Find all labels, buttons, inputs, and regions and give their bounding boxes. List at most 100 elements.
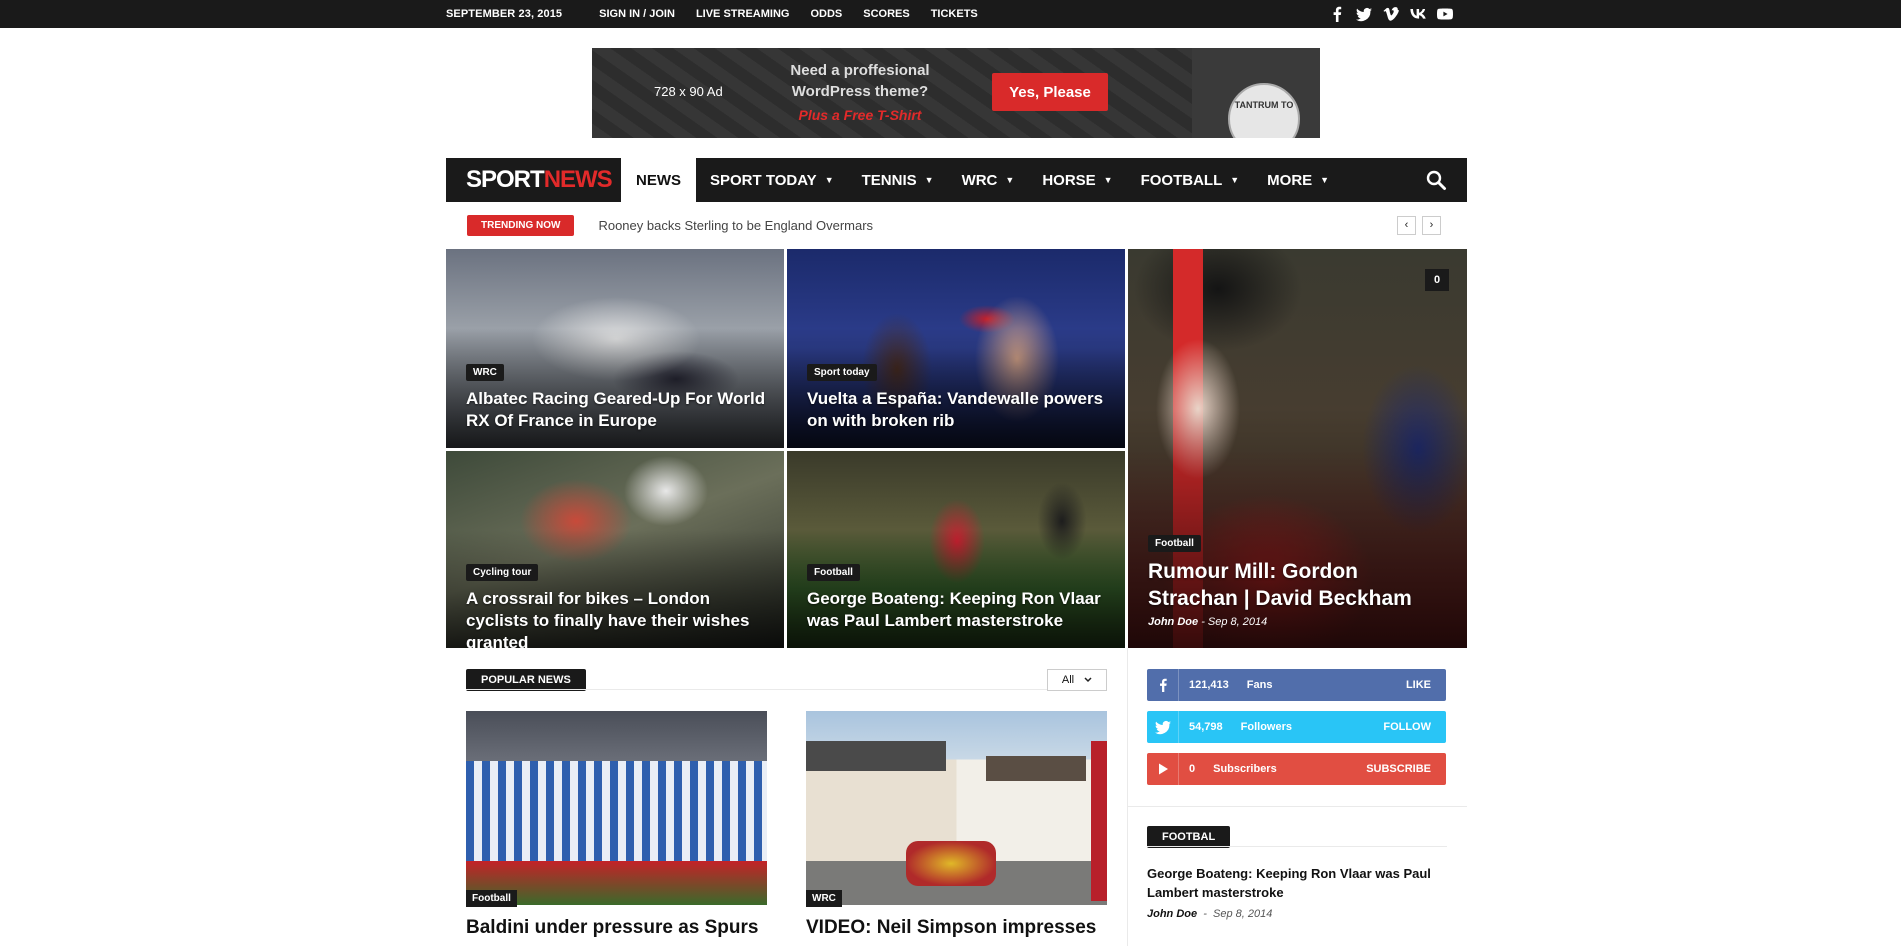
- nav-football-label: FOOTBALL: [1140, 171, 1223, 189]
- twitter-icon: [1147, 711, 1179, 743]
- trending-arrows: ‹ ›: [1397, 215, 1441, 235]
- tile-category: Football: [807, 564, 860, 581]
- nav-tennis[interactable]: TENNIS ▼: [848, 158, 948, 202]
- chevron-down-icon: ▼: [1320, 175, 1330, 185]
- nav-more[interactable]: MORE ▼: [1253, 158, 1343, 202]
- youtube-icon[interactable]: [1436, 6, 1453, 23]
- tile-title: Vuelta a España: Vandewalle powers on wi…: [807, 389, 1104, 430]
- facebook-icon[interactable]: [1328, 6, 1345, 23]
- nav-sport-today-label: SPORT TODAY: [710, 171, 817, 189]
- ad-headline: Need a proffesional WordPress theme?: [770, 60, 950, 102]
- tile-date: Sep 8, 2014: [1207, 616, 1268, 628]
- tile-title: Rumour Mill: Gordon Strachan | David Bec…: [1148, 560, 1412, 610]
- trending-prev-button[interactable]: ‹: [1397, 215, 1416, 235]
- tile-category: Football: [1148, 535, 1201, 552]
- youtube-subscribe-button[interactable]: SUBSCRIBE: [1366, 763, 1431, 775]
- tile-category: WRC: [466, 364, 504, 381]
- hero-tile-football[interactable]: Football George Boateng: Keeping Ron Vla…: [787, 451, 1125, 648]
- nav-football[interactable]: FOOTBALL ▼: [1127, 158, 1254, 202]
- card-title: VIDEO: Neil Simpson impresses: [806, 917, 1097, 938]
- popular-filter-dropdown[interactable]: All: [1047, 669, 1107, 691]
- sidebar-article-meta: John Doe - Sep 8, 2014: [1147, 908, 1272, 920]
- youtube-count: 0: [1189, 763, 1196, 775]
- live-streaming-link[interactable]: LIVE STREAMING: [696, 8, 790, 20]
- tile-category: Cycling tour: [466, 564, 539, 581]
- card-title: Baldini under pressure as Spurs: [466, 917, 759, 938]
- chevron-down-icon: ▼: [1103, 175, 1113, 185]
- facebook-icon: [1147, 669, 1179, 701]
- sidebar-football-heading: FOOTBAL: [1147, 826, 1231, 848]
- top-bar-inner: SEPTEMBER 23, 2015 SIGN IN / JOIN LIVE S…: [446, 0, 1467, 28]
- search-icon[interactable]: [1425, 169, 1447, 191]
- youtube-counter[interactable]: 0 Subscribers SUBSCRIBE: [1147, 753, 1446, 785]
- vk-icon[interactable]: [1409, 6, 1426, 23]
- top-date: SEPTEMBER 23, 2015: [446, 8, 563, 20]
- chevron-down-icon: ▼: [824, 175, 834, 185]
- twitter-icon[interactable]: [1355, 6, 1372, 23]
- sidebar-article-title[interactable]: George Boateng: Keeping Ron Vlaar was Pa…: [1147, 864, 1447, 902]
- hero-tile-rally[interactable]: WRC Albatec Racing Geared-Up For World R…: [446, 249, 784, 448]
- chevron-down-icon: ▼: [1230, 175, 1240, 185]
- sidebar-article-author[interactable]: John Doe: [1147, 908, 1197, 920]
- rally-village-image: [806, 711, 1107, 905]
- sidebar-separator: [1127, 806, 1467, 807]
- chevron-down-icon: ▼: [1005, 175, 1015, 185]
- ad-size-label: 728 x 90 Ad: [654, 84, 723, 99]
- ad-free-shirt: Plus a Free T-Shirt: [798, 107, 922, 123]
- main-nav: SPORT NEWS NEWS SPORT TODAY ▼ TENNIS ▼ WRC ▼…: [446, 158, 1467, 202]
- football-team-image: [466, 711, 767, 905]
- facebook-label: Fans: [1246, 679, 1273, 691]
- logo-news: NEWS: [543, 166, 613, 193]
- logo-sport: SPORT: [466, 166, 545, 193]
- nav-news-label: NEWS: [636, 171, 681, 189]
- tile-author[interactable]: John Doe: [1148, 616, 1198, 628]
- tile-category: Sport today: [807, 364, 877, 381]
- nav-tennis-label: TENNIS: [861, 171, 917, 189]
- twitter-counter[interactable]: 54,798 Followers FOLLOW: [1147, 711, 1446, 743]
- nav-horse[interactable]: HORSE ▼: [1028, 158, 1126, 202]
- ad-headline-line1: Need a proffesional: [790, 62, 930, 79]
- twitter-count: 54,798: [1189, 721, 1223, 733]
- twitter-label: Followers: [1240, 721, 1292, 733]
- facebook-counter[interactable]: 121,413 Fans LIKE: [1147, 669, 1446, 701]
- twitter-follow-button[interactable]: FOLLOW: [1383, 721, 1431, 733]
- site-logo[interactable]: SPORT NEWS: [446, 158, 621, 202]
- tile-title: Albatec Racing Geared-Up For World RX Of…: [466, 389, 766, 430]
- trending-badge: TRENDING NOW: [467, 214, 575, 236]
- meta-separator: -: [1201, 616, 1205, 628]
- trending-headline[interactable]: Rooney backs Sterling to be England Over…: [598, 218, 873, 233]
- top-bar: SEPTEMBER 23, 2015 SIGN IN / JOIN LIVE S…: [0, 0, 1901, 28]
- popular-news-heading: POPULAR NEWS: [466, 669, 586, 691]
- scores-link[interactable]: SCORES: [863, 8, 909, 20]
- odds-link[interactable]: ODDS: [810, 8, 842, 20]
- sign-in-link[interactable]: SIGN IN / JOIN: [599, 8, 675, 20]
- tickets-link[interactable]: TICKETS: [931, 8, 978, 20]
- vimeo-icon[interactable]: [1382, 6, 1399, 23]
- hero-tile-boxing[interactable]: Sport today Vuelta a España: Vandewalle …: [787, 249, 1125, 448]
- top-social-links: [1328, 6, 1453, 23]
- card-category: WRC: [806, 890, 842, 907]
- play-icon: [1147, 753, 1179, 785]
- facebook-like-button[interactable]: LIKE: [1406, 679, 1431, 691]
- ad-headline-line2: WordPress theme?: [791, 83, 929, 100]
- trending-bar: TRENDING NOW Rooney backs Sterling to be…: [446, 202, 1467, 248]
- tile-meta: John Doe - Sep 8, 2014: [1148, 616, 1267, 628]
- nav-horse-label: HORSE: [1042, 171, 1096, 189]
- popular-news-underline: [466, 689, 1106, 690]
- nav-sport-today[interactable]: SPORT TODAY ▼: [696, 158, 848, 202]
- youtube-label: Subscribers: [1213, 763, 1277, 775]
- ad-banner[interactable]: 728 x 90 Ad Need a proffesional WordPres…: [592, 48, 1320, 138]
- card-category: Football: [466, 890, 517, 907]
- tile-title: A crossrail for bikes – London cyclists …: [466, 589, 750, 648]
- sidebar-heading-underline: [1147, 846, 1447, 847]
- hero-tile-cycling[interactable]: Cycling tour A crossrail for bikes – Lon…: [446, 451, 784, 648]
- popular-filter-value: All: [1061, 674, 1075, 686]
- nav-wrc[interactable]: WRC ▼: [948, 158, 1029, 202]
- ad-tshirt-brand: TANTRUM TO: [1234, 100, 1294, 110]
- nav-news[interactable]: NEWS: [621, 158, 696, 202]
- ad-yes-button[interactable]: Yes, Please: [992, 73, 1108, 111]
- sidebar-article-date: Sep 8, 2014: [1213, 908, 1273, 920]
- trending-next-button[interactable]: ›: [1422, 215, 1441, 235]
- hero-tile-featured[interactable]: 0 Football Rumour Mill: Gordon Strachan …: [1128, 249, 1467, 648]
- chevron-down-icon: [1084, 677, 1092, 683]
